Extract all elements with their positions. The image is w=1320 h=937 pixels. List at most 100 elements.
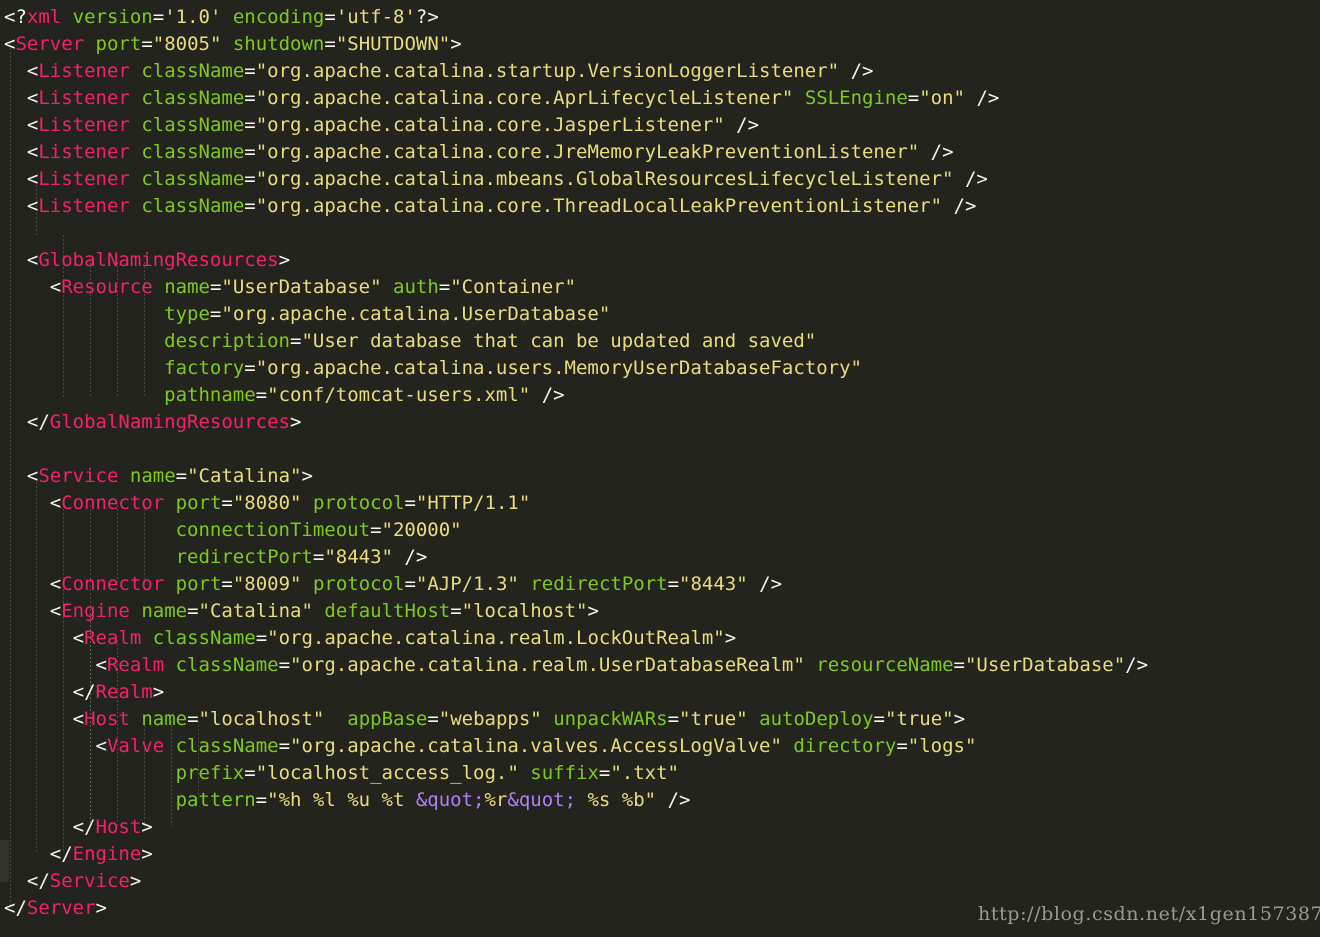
token-attr: className (141, 195, 245, 217)
token-eq: = (244, 168, 256, 190)
code-line[interactable]: <Valve className="org.apache.catalina.va… (4, 733, 1320, 760)
token-attr: className (141, 141, 245, 163)
code-line[interactable]: <Service name="Catalina"> (4, 463, 1320, 490)
token-pun (4, 546, 176, 568)
token-attr: connectionTimeout (175, 519, 371, 541)
token-attr: className (175, 654, 279, 676)
token-eq: = (324, 6, 336, 28)
token-pun: < (26, 465, 39, 487)
code-line[interactable]: description="User database that can be u… (4, 328, 1320, 355)
code-line[interactable]: <Resource name="UserDatabase" auth="Cont… (4, 274, 1320, 301)
code-line[interactable]: <GlobalNamingResources> (4, 247, 1320, 274)
token-eq: = (312, 546, 325, 568)
code-line[interactable]: <Listener className="org.apache.catalina… (4, 166, 1320, 193)
code-line[interactable]: connectionTimeout="20000" (4, 517, 1320, 544)
token-val: "true" (679, 708, 748, 730)
token-tag: Listener (38, 60, 130, 82)
token-eq: = (873, 708, 885, 730)
code-line[interactable]: <Listener className="org.apache.catalina… (4, 85, 1320, 112)
token-eq: = (667, 573, 680, 595)
token-pun: < (26, 87, 39, 109)
code-line[interactable]: pattern="%h %l %u %t &quot;%r&quot; %s %… (4, 787, 1320, 814)
token-pun: > (953, 708, 966, 730)
token-val: "org.apache.catalina.mbeans.GlobalResour… (255, 168, 954, 190)
token-attr: className (152, 627, 256, 649)
token-pun: </ (26, 411, 50, 433)
token-attr: className (175, 735, 279, 757)
token-attr: encoding (232, 6, 325, 28)
token-attr: unpackWARs (553, 708, 668, 730)
token-pun: > (724, 627, 737, 649)
token-tag: Host (95, 816, 142, 838)
token-val: "org.apache.catalina.startup.VersionLogg… (255, 60, 840, 82)
token-pun (130, 600, 141, 622)
code-line[interactable]: prefix="localhost_access_log." suffix=".… (4, 760, 1320, 787)
token-pun (4, 465, 27, 487)
token-pun (748, 708, 759, 730)
token-eq: = (152, 6, 165, 28)
code-line[interactable]: </Service> (4, 868, 1320, 895)
token-attr: appBase (347, 708, 428, 730)
code-line[interactable]: <Listener className="org.apache.catalina… (4, 58, 1320, 85)
token-attr: protocol (312, 492, 405, 514)
code-line[interactable]: ​ (4, 436, 1320, 463)
code-line[interactable]: </Host> (4, 814, 1320, 841)
xml-code-editor[interactable]: <?xml version='1.0' encoding='utf-8'?> <S… (0, 0, 1320, 937)
token-pun (942, 195, 953, 217)
token-pun: < (26, 249, 39, 271)
token-pun: < (49, 573, 62, 595)
token-pun: < (95, 735, 107, 757)
token-val: "logs" (907, 735, 977, 757)
code-line[interactable]: </GlobalNamingResources> (4, 409, 1320, 436)
code-line[interactable]: </Realm> (4, 679, 1320, 706)
code-line[interactable]: <Host name="localhost" appBase="webapps"… (4, 706, 1320, 733)
token-pun (4, 654, 96, 676)
token-tag: Server (15, 33, 85, 55)
token-pun: > (301, 465, 313, 487)
code-line[interactable]: <Listener className="org.apache.catalina… (4, 193, 1320, 220)
code-line[interactable]: <Listener className="org.apache.catalina… (4, 112, 1320, 139)
token-eq: = (255, 627, 268, 649)
code-line[interactable]: <?xml version='1.0' encoding='utf-8'?> (4, 4, 1320, 31)
token-pun (301, 573, 312, 595)
token-pun: <? (4, 6, 27, 28)
token-pun (4, 330, 164, 352)
code-line[interactable]: <Server port="8005" shutdown="SHUTDOWN"> (4, 31, 1320, 58)
token-eq: = (244, 141, 256, 163)
code-line[interactable]: <Connector port="8009" protocol="AJP/1.3… (4, 571, 1320, 598)
code-line[interactable]: type="org.apache.catalina.UserDatabase" (4, 301, 1320, 328)
token-attr: port (175, 492, 222, 514)
token-eq: = (438, 276, 451, 298)
token-eq: = (141, 33, 153, 55)
code-line[interactable]: <Listener className="org.apache.catalina… (4, 139, 1320, 166)
token-eq: = (278, 654, 291, 676)
token-attr: auth (393, 276, 439, 298)
token-eq: = (209, 303, 222, 325)
code-line[interactable]: <Realm className="org.apache.catalina.re… (4, 652, 1320, 679)
token-eq: = (244, 357, 256, 379)
code-line[interactable]: <Connector port="8080" protocol="HTTP/1.… (4, 490, 1320, 517)
code-line[interactable]: pathname="conf/tomcat-users.xml" /> (4, 382, 1320, 409)
code-line[interactable]: <Realm className="org.apache.catalina.re… (4, 625, 1320, 652)
token-pun (4, 789, 176, 811)
code-line[interactable]: </Engine> (4, 841, 1320, 868)
token-pun: < (26, 195, 39, 217)
code-line[interactable]: <Engine name="Catalina" defaultHost="loc… (4, 598, 1320, 625)
token-tag: Server (26, 897, 96, 919)
token-pun (748, 573, 759, 595)
token-pun: /> (404, 546, 428, 568)
token-pun (4, 600, 50, 622)
token-val: "UserDatabase" (964, 654, 1126, 676)
token-pun (4, 843, 50, 865)
code-line[interactable]: redirectPort="8443" /> (4, 544, 1320, 571)
token-attr: name (141, 708, 188, 730)
code-line[interactable]: factory="org.apache.catalina.users.Memor… (4, 355, 1320, 382)
token-val: "User database that can be updated and s… (301, 330, 817, 352)
token-attr: description (164, 330, 290, 352)
code-line[interactable]: ​ (4, 220, 1320, 247)
token-val: "UserDatabase" (221, 276, 382, 298)
token-val: "org.apache.catalina.core.JreMemoryLeakP… (255, 141, 920, 163)
code-content[interactable]: <?xml version='1.0' encoding='utf-8'?> <S… (0, 0, 1320, 922)
token-tag: Listener (38, 87, 130, 109)
token-attr: defaultHost (324, 600, 451, 622)
